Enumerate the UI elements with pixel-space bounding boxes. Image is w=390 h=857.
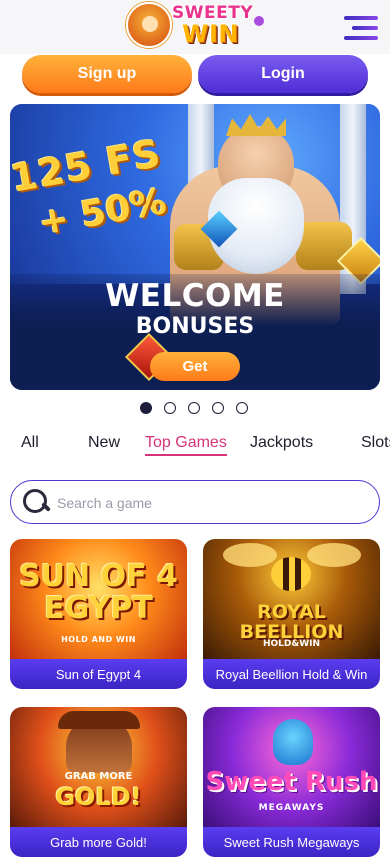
- game-art-subtitle: MEGAWAYS: [258, 803, 325, 813]
- logo-text-bottom: WIN: [182, 20, 239, 48]
- game-thumbnail: GRAB MORE GOLD!: [10, 707, 187, 827]
- game-art-subtitle: HOLD AND WIN: [61, 635, 136, 644]
- banner-subtitle: BONUSES: [135, 314, 255, 339]
- game-title: Sweet Rush Megaways: [203, 827, 380, 857]
- game-category-tabs: All New Top Games Jackpots Slots: [0, 430, 390, 460]
- game-card-sun-of-egypt-4[interactable]: SUN OF 4 EGYPT HOLD AND WIN Sun of Egypt…: [10, 539, 187, 689]
- bee-wing: [223, 543, 277, 567]
- game-title: Sun of Egypt 4: [10, 659, 187, 689]
- tab-top-games[interactable]: Top Games: [145, 434, 227, 456]
- game-art-title: ROYAL BEELLION: [239, 601, 344, 643]
- carousel-dot[interactable]: [236, 402, 248, 414]
- sweety-win-logo[interactable]: SWEETY WIN: [126, 2, 266, 48]
- mascot-logo-icon: [126, 2, 172, 48]
- bee-icon: [271, 557, 311, 591]
- login-button[interactable]: Login: [198, 55, 368, 93]
- bee-wing: [307, 543, 361, 567]
- carousel-indicators: [140, 402, 252, 416]
- game-title: Royal Beellion Hold & Win: [203, 659, 380, 689]
- banner-title: WELCOME: [105, 278, 285, 314]
- get-bonus-button[interactable]: Get: [150, 352, 240, 381]
- game-thumbnail: ROYAL BEELLION HOLD&WIN: [203, 539, 380, 659]
- carousel-dot[interactable]: [188, 402, 200, 414]
- game-art-subtitle: GRAB MORE: [64, 771, 133, 782]
- miner-hat-icon: [58, 711, 140, 729]
- game-art-title: GOLD!: [55, 783, 142, 811]
- search-bar[interactable]: [10, 480, 380, 524]
- carousel-dot[interactable]: [140, 402, 152, 414]
- search-icon: [23, 489, 51, 517]
- candy-icon: [254, 16, 264, 26]
- game-card-sweet-rush-megaways[interactable]: Sweet Rush MEGAWAYS Sweet Rush Megaways: [203, 707, 380, 857]
- tab-jackpots[interactable]: Jackpots: [250, 434, 313, 452]
- carousel-dot[interactable]: [164, 402, 176, 414]
- game-thumbnail: Sweet Rush MEGAWAYS: [203, 707, 380, 827]
- signup-button[interactable]: Sign up: [22, 55, 192, 93]
- tab-new[interactable]: New: [88, 434, 120, 452]
- game-art-subtitle: HOLD&WIN: [262, 639, 321, 649]
- genie-character: [273, 719, 313, 765]
- tab-all[interactable]: All: [21, 434, 39, 452]
- game-card-royal-beellion[interactable]: ROYAL BEELLION HOLD&WIN Royal Beellion H…: [203, 539, 380, 689]
- tab-slots[interactable]: Slots: [361, 434, 390, 452]
- game-art-title: SUN OF 4 EGYPT: [19, 559, 178, 626]
- carousel-dot[interactable]: [212, 402, 224, 414]
- hamburger-menu-icon[interactable]: [344, 16, 378, 42]
- app-header: SWEETY WIN: [0, 0, 390, 54]
- search-input[interactable]: [57, 489, 357, 517]
- game-art-title: Sweet Rush: [205, 767, 378, 797]
- welcome-bonus-banner[interactable]: 125 FS + 50% WELCOME BONUSES Get: [10, 104, 380, 390]
- game-thumbnail: SUN OF 4 EGYPT HOLD AND WIN: [10, 539, 187, 659]
- game-title: Grab more Gold!: [10, 827, 187, 857]
- game-card-grab-more-gold[interactable]: GRAB MORE GOLD! Grab more Gold!: [10, 707, 187, 857]
